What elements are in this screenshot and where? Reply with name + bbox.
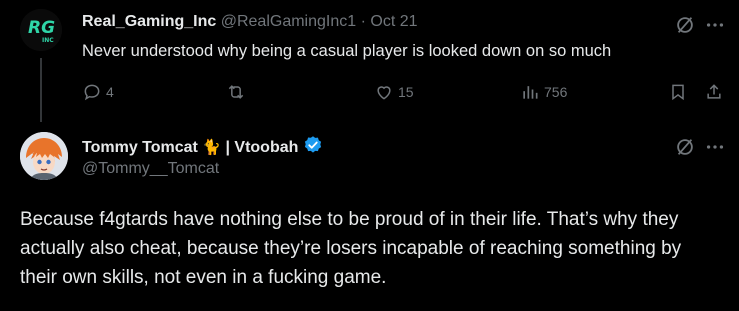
avatar[interactable]: [20, 132, 68, 180]
share-button[interactable]: [704, 82, 724, 102]
avatar-logo-subtext: INC: [42, 37, 54, 44]
tweet-text: Never understood why being a casual play…: [82, 42, 612, 60]
views-count: 756: [544, 84, 568, 100]
more-icon[interactable]: [704, 14, 726, 36]
cat-emoji: 🐈: [202, 139, 222, 156]
display-name[interactable]: Tommy Tomcat: [82, 139, 198, 156]
avatar[interactable]: RG INC: [20, 9, 62, 51]
display-name-suffix[interactable]: | Vtoobah: [225, 139, 298, 156]
grok-icon[interactable]: [674, 136, 696, 158]
avatar-logo-text: RG: [28, 18, 55, 38]
views-button[interactable]: 756: [520, 82, 567, 102]
reply-tweet-header: Tommy Tomcat 🐈 | Vtoobah: [82, 135, 323, 157]
action-bar: 4 15 756: [82, 82, 732, 104]
bookmark-button[interactable]: [668, 82, 688, 102]
separator: ·: [360, 13, 366, 30]
timestamp[interactable]: Oct 21: [370, 13, 417, 30]
reply-count: 4: [106, 84, 114, 100]
views-icon: [523, 86, 538, 99]
thread-line: [40, 58, 42, 122]
handle[interactable]: @RealGamingInc1: [221, 13, 356, 30]
share-icon: [707, 84, 721, 99]
retweet-icon: [228, 85, 244, 99]
reply-button[interactable]: 4: [82, 82, 114, 102]
display-name[interactable]: Real_Gaming_Inc: [82, 13, 216, 30]
like-count: 15: [398, 84, 414, 100]
tweet-text: Because f4gtards have nothing else to be…: [20, 209, 682, 288]
parent-tweet-header: Real_Gaming_Inc @RealGamingInc1 · Oct 21: [82, 13, 418, 31]
bookmark-icon: [672, 84, 684, 101]
retweet-button[interactable]: [226, 82, 250, 102]
verified-icon[interactable]: [303, 135, 323, 155]
like-icon: [377, 86, 391, 100]
like-button[interactable]: 15: [374, 82, 414, 102]
grok-icon[interactable]: [674, 14, 696, 36]
more-icon[interactable]: [704, 136, 726, 158]
handle[interactable]: @Tommy__Tomcat: [82, 160, 219, 178]
reply-icon: [84, 84, 100, 101]
